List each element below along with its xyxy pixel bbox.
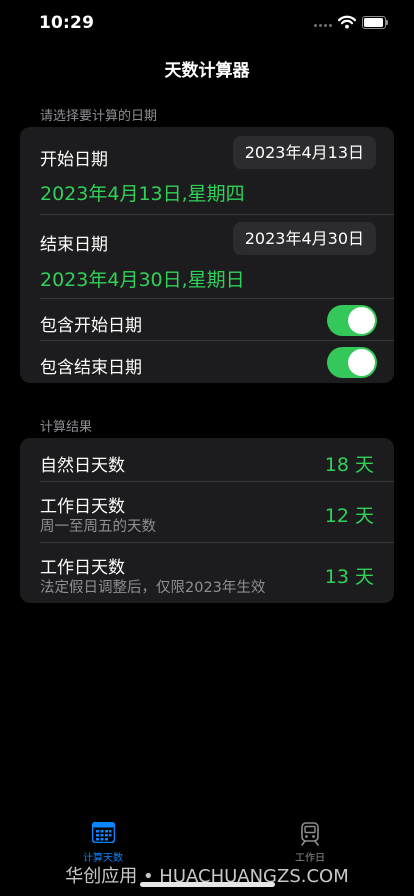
train-icon — [301, 822, 319, 846]
end-date-label: 结束日期 — [40, 235, 108, 255]
include-end-label: 包含结束日期 — [40, 358, 142, 378]
start-date-label: 开始日期 — [40, 150, 108, 170]
battery-icon — [362, 16, 388, 29]
toggle-knob — [348, 349, 375, 376]
wifi-icon — [338, 15, 356, 29]
result-value: 18 天 — [324, 454, 374, 476]
divider — [40, 214, 394, 215]
start-date-detail: 2023年4月13日,星期四 — [40, 183, 245, 205]
include-start-toggle[interactable] — [327, 305, 377, 336]
divider — [40, 481, 394, 482]
result-value: 12 天 — [324, 505, 374, 527]
divider — [40, 542, 394, 543]
toggle-knob — [348, 307, 375, 334]
result-card: 自然日天数 18 天 工作日天数 周一至周五的天数 12 天 工作日天数 法定假… — [20, 438, 394, 603]
home-indicator[interactable] — [140, 882, 275, 887]
page-title: 天数计算器 — [164, 61, 250, 81]
status-time: 10:29 — [39, 13, 95, 33]
result-section-header: 计算结果 — [40, 420, 93, 435]
result-subtitle: 法定假日调整后，仅限2023年生效 — [40, 580, 266, 596]
result-title: 工作日天数 — [40, 497, 125, 517]
result-subtitle: 周一至周五的天数 — [40, 519, 156, 535]
date-card: 开始日期 2023年4月13日 2023年4月13日,星期四 结束日期 2023… — [20, 127, 394, 383]
end-date-detail: 2023年4月30日,星期日 — [40, 269, 245, 291]
date-section-header: 请选择要计算的日期 — [40, 109, 158, 124]
end-date-picker[interactable]: 2023年4月30日 — [232, 222, 376, 255]
start-date-picker[interactable]: 2023年4月13日 — [232, 136, 376, 169]
cellular-dots-icon — [314, 22, 334, 28]
result-value: 13 天 — [324, 566, 374, 588]
divider — [40, 340, 394, 341]
include-start-label: 包含开始日期 — [40, 316, 142, 336]
result-title: 工作日天数 — [40, 558, 125, 578]
divider — [40, 298, 394, 299]
result-title: 自然日天数 — [40, 456, 125, 476]
include-end-toggle[interactable] — [327, 347, 377, 378]
status-bar: 10:29 — [0, 0, 414, 46]
calendar-icon — [92, 822, 115, 843]
